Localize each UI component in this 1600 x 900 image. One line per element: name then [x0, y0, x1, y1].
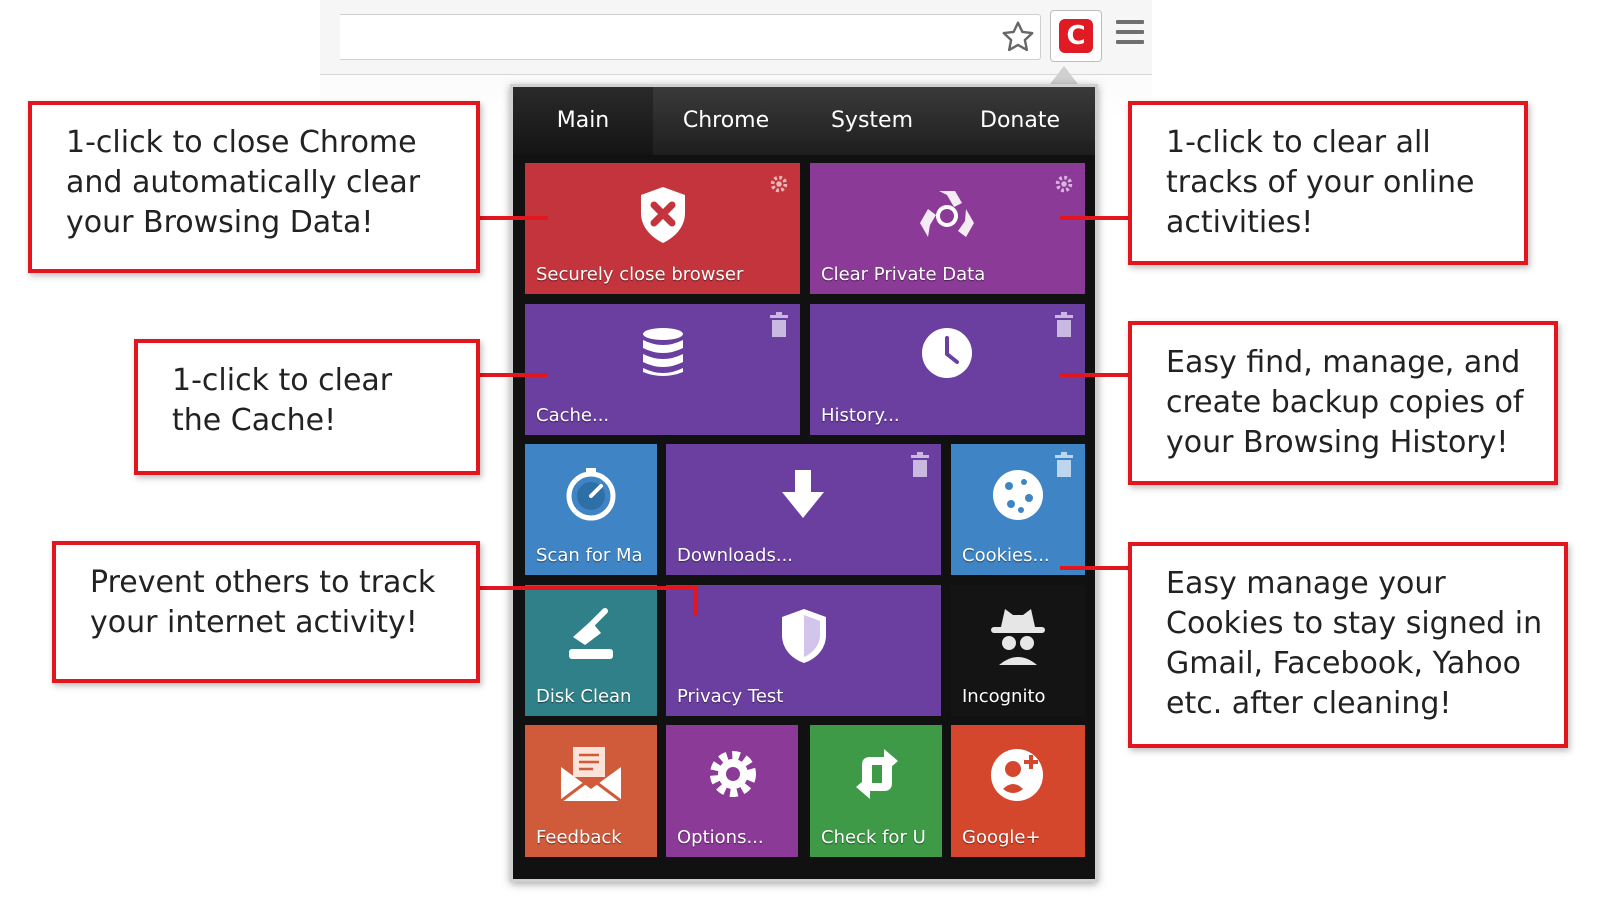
connector-line	[1060, 566, 1130, 570]
tile-securely-close-browser[interactable]: Securely close browser	[525, 163, 800, 294]
connector-line	[478, 216, 548, 220]
callout-clear-cache: 1-click to clear the Cache!	[134, 339, 480, 475]
gear-icon[interactable]	[1053, 171, 1075, 197]
tile-history[interactable]: History...	[810, 304, 1085, 435]
incognito-spy-icon	[991, 609, 1045, 665]
clock-icon	[922, 328, 972, 378]
extension-button[interactable]: C	[1050, 10, 1102, 62]
callout-text: your Browsing History!	[1166, 425, 1509, 460]
gear-icon	[710, 751, 756, 797]
tile-google-plus[interactable]: Google+	[951, 725, 1085, 857]
tile-label: Disk Clean	[536, 686, 632, 707]
callout-cookies: Easy manage your Cookies to stay signed …	[1128, 542, 1568, 748]
gear-icon[interactable]	[768, 171, 790, 197]
callout-text: etc. after cleaning!	[1166, 686, 1452, 721]
tile-label: Google+	[962, 827, 1041, 848]
tab-main[interactable]: Main	[513, 87, 653, 155]
browser-toolbar: C	[320, 0, 1152, 75]
trash-icon[interactable]	[909, 452, 931, 478]
callout-text: Gmail, Facebook, Yahoo	[1166, 646, 1521, 681]
extension-logo-icon: C	[1059, 19, 1093, 53]
tab-bar: Main Chrome System Donate	[513, 87, 1095, 155]
tile-downloads[interactable]: Downloads...	[666, 444, 941, 575]
callout-privacy: Prevent others to track your internet ac…	[52, 541, 480, 683]
tab-donate[interactable]: Donate	[945, 87, 1095, 155]
tile-incognito[interactable]: Incognito	[951, 585, 1085, 716]
tile-label: Check for U	[821, 827, 926, 848]
broom-icon	[569, 608, 613, 659]
callout-text: Prevent others to track	[90, 565, 436, 600]
download-arrow-icon	[782, 470, 824, 518]
envelope-icon	[560, 747, 622, 803]
tile-label: Incognito	[962, 686, 1046, 707]
tile-cache[interactable]: Cache...	[525, 304, 800, 435]
tile-scan-for-malware[interactable]: Scan for Ma	[525, 444, 657, 575]
callout-text: activities!	[1166, 205, 1314, 240]
tile-label: Securely close browser	[536, 264, 744, 285]
callout-clear-tracks: 1-click to clear all tracks of your onli…	[1128, 101, 1528, 265]
tile-label: Clear Private Data	[821, 264, 986, 285]
cookie-icon	[993, 470, 1043, 520]
tab-chrome[interactable]: Chrome	[653, 87, 799, 155]
callout-text: 1-click to close Chrome	[66, 125, 417, 160]
tile-cookies[interactable]: Cookies...	[951, 444, 1085, 575]
callout-text: your internet activity!	[90, 605, 418, 640]
hamburger-menu-icon[interactable]	[1116, 20, 1144, 50]
callout-text: Easy find, manage, and	[1166, 345, 1521, 380]
refresh-arrows-icon	[856, 749, 898, 799]
connector-line	[694, 586, 698, 616]
connector-line	[478, 586, 698, 590]
tile-label: Feedback	[536, 827, 622, 848]
trash-icon[interactable]	[1053, 312, 1075, 338]
tile-label: History...	[821, 405, 900, 426]
tile-clear-private-data[interactable]: Clear Private Data	[810, 163, 1085, 294]
tile-privacy-test[interactable]: Privacy Test	[666, 585, 941, 716]
trash-icon[interactable]	[1053, 452, 1075, 478]
callout-text: and automatically clear	[66, 165, 421, 200]
tile-label: Cache...	[536, 405, 610, 426]
callout-text: create backup copies of	[1166, 385, 1524, 420]
connector-line	[478, 373, 548, 377]
gauge-icon	[566, 468, 616, 521]
tab-system[interactable]: System	[799, 87, 945, 155]
database-icon	[643, 328, 683, 376]
callout-text: tracks of your online	[1166, 165, 1475, 200]
callout-text: Cookies to stay signed in	[1166, 606, 1543, 641]
tile-disk-cleanup[interactable]: Disk Clean	[525, 585, 657, 716]
tile-label: Cookies...	[962, 545, 1050, 566]
connector-line	[1060, 373, 1130, 377]
tile-label: Privacy Test	[677, 686, 784, 707]
google-plus-icon	[991, 749, 1043, 801]
callout-text: 1-click to clear	[172, 363, 393, 398]
callout-text: 1-click to clear all	[1166, 125, 1431, 160]
address-bar[interactable]	[340, 14, 1041, 60]
callout-text: Easy manage your	[1166, 566, 1446, 601]
tile-label: Options...	[677, 827, 764, 848]
shield-x-icon	[641, 187, 685, 243]
star-outline-icon[interactable]	[1000, 19, 1036, 55]
extension-popup: Main Chrome System Donate Securely close…	[510, 84, 1098, 882]
recycle-icon	[920, 191, 974, 237]
tile-options[interactable]: Options...	[666, 725, 798, 857]
callout-text: your Browsing Data!	[66, 205, 374, 240]
callout-close-chrome: 1-click to close Chrome and automaticall…	[28, 101, 480, 273]
callout-history: Easy find, manage, and create backup cop…	[1128, 321, 1558, 485]
tile-check-for-updates[interactable]: Check for U	[810, 725, 942, 857]
shield-icon	[782, 609, 826, 663]
callout-text: the Cache!	[172, 403, 337, 438]
connector-line	[1060, 216, 1130, 220]
tile-label: Downloads...	[677, 545, 794, 566]
popup-arrow	[1050, 66, 1078, 84]
tile-label: Scan for Ma	[536, 545, 643, 566]
tile-feedback[interactable]: Feedback	[525, 725, 657, 857]
trash-icon[interactable]	[768, 312, 790, 338]
